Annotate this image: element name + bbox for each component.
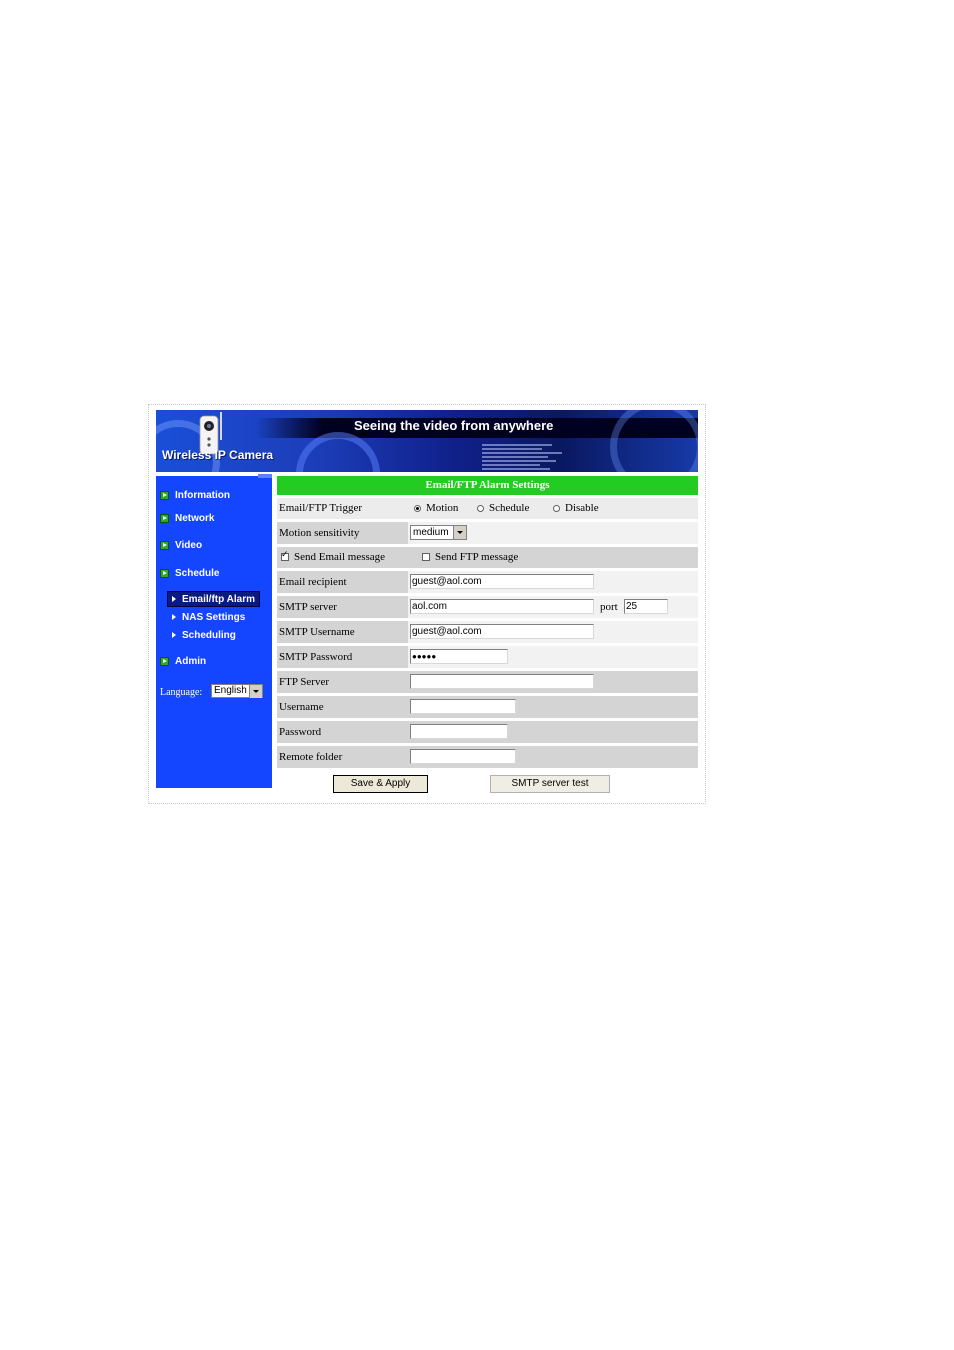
arrow-icon	[172, 614, 176, 620]
smtp-password-row: SMTP Password ●●●●●	[277, 646, 698, 668]
save-apply-button[interactable]: Save & Apply	[333, 775, 428, 793]
form-header: Email/FTP Alarm Settings	[277, 476, 698, 495]
sidebar-item-label: Network	[175, 512, 215, 524]
chevron-down-icon	[249, 685, 262, 698]
arrow-icon	[160, 513, 169, 523]
port-label: port	[600, 601, 618, 613]
motion-sensitivity-value: medium	[413, 527, 449, 538]
checkbox-label: Send FTP message	[435, 551, 519, 563]
smtp-test-button[interactable]: SMTP server test	[490, 775, 610, 793]
chevron-down-icon	[453, 526, 466, 539]
sidebar: Information Network Video Schedule Email…	[156, 476, 272, 788]
motion-sensitivity-row: Motion sensitivity medium	[277, 522, 698, 544]
banner-swirl	[610, 410, 698, 472]
banner: Seeing the video from anywhere Wireless …	[156, 410, 698, 472]
motion-sensitivity-select[interactable]: medium	[410, 525, 467, 540]
email-recipient-label: Email recipient	[279, 576, 347, 588]
smtp-password-label: SMTP Password	[279, 651, 353, 663]
smtp-server-label: SMTP server	[279, 601, 337, 613]
trigger-motion-option[interactable]: Motion	[414, 498, 458, 519]
sidebar-subitem-email-ftp-alarm[interactable]: Email/ftp Alarm	[167, 591, 260, 607]
sidebar-item-label: Video	[175, 539, 203, 551]
motion-sensitivity-label: Motion sensitivity	[279, 527, 360, 539]
sidebar-item-admin[interactable]: Admin	[160, 654, 206, 668]
banner-swirl	[296, 432, 380, 472]
option-label: Motion	[426, 502, 459, 514]
smtp-username-row: SMTP Username guest@aol.com	[277, 621, 698, 643]
checkbox-icon	[281, 550, 289, 562]
sidebar-subitem-label: NAS Settings	[182, 611, 246, 623]
sidebar-item-information[interactable]: Information	[160, 488, 230, 502]
radio-icon	[414, 504, 421, 512]
sidebar-subitem-scheduling[interactable]: Scheduling	[168, 628, 236, 642]
ftp-username-label: Username	[279, 701, 324, 713]
ftp-password-label: Password	[279, 726, 322, 738]
send-options-row: Send Email message Send FTP message	[277, 547, 698, 568]
language-label: Language:	[160, 687, 203, 698]
checkbox-icon	[422, 553, 430, 562]
sidebar-subitem-label: Email/ftp Alarm	[182, 593, 255, 605]
option-label: Schedule	[489, 502, 530, 514]
arrow-icon	[160, 656, 169, 666]
smtp-server-input[interactable]: aol.com	[410, 599, 594, 614]
banner-fine-print	[482, 444, 574, 472]
language-select[interactable]: English	[211, 684, 263, 698]
ftp-server-label: FTP Server	[279, 676, 330, 688]
sidebar-subitem-label: Scheduling	[182, 629, 236, 641]
trigger-label: Email/FTP Trigger	[279, 502, 363, 514]
remote-folder-row: Remote folder	[277, 746, 698, 768]
ftp-server-input[interactable]	[410, 674, 594, 689]
ftp-username-row: Username	[277, 696, 698, 718]
arrow-icon	[160, 568, 169, 578]
sidebar-subitem-nas-settings[interactable]: NAS Settings	[168, 610, 245, 624]
trigger-row: Email/FTP Trigger Motion Schedule Disabl…	[277, 498, 698, 519]
banner-slogan: Seeing the video from anywhere	[354, 418, 554, 433]
trigger-disable-option[interactable]: Disable	[553, 498, 599, 519]
sidebar-scroll-tab	[258, 474, 272, 478]
sidebar-item-label: Admin	[175, 655, 207, 667]
smtp-username-input[interactable]: guest@aol.com	[410, 624, 594, 639]
sidebar-item-schedule[interactable]: Schedule	[160, 566, 219, 580]
arrow-icon	[160, 490, 169, 500]
arrow-icon	[172, 596, 176, 602]
ftp-server-row: FTP Server	[277, 671, 698, 693]
sidebar-item-label: Schedule	[175, 567, 220, 579]
language-value: English	[214, 685, 247, 696]
smtp-server-row: SMTP server aol.com port 25	[277, 596, 698, 618]
checkbox-label: Send Email message	[294, 551, 386, 563]
sidebar-item-video[interactable]: Video	[160, 538, 202, 552]
send-email-checkbox[interactable]: Send Email message	[281, 547, 385, 568]
email-recipient-row: Email recipient guest@aol.com	[277, 571, 698, 593]
email-recipient-input[interactable]: guest@aol.com	[410, 574, 594, 589]
ftp-username-input[interactable]	[410, 699, 516, 714]
ftp-password-row: Password	[277, 721, 698, 743]
sidebar-item-network[interactable]: Network	[160, 511, 214, 525]
trigger-schedule-option[interactable]: Schedule	[477, 498, 529, 519]
arrow-icon	[172, 632, 176, 638]
remote-folder-input[interactable]	[410, 749, 516, 764]
sidebar-item-label: Information	[175, 489, 230, 501]
arrow-icon	[160, 540, 169, 550]
banner-title: Wireless IP Camera	[162, 448, 274, 462]
port-input[interactable]: 25	[624, 599, 668, 614]
smtp-username-label: SMTP Username	[279, 626, 355, 638]
smtp-password-input[interactable]: ●●●●●	[410, 649, 508, 664]
radio-icon	[553, 504, 560, 512]
remote-folder-label: Remote folder	[279, 751, 343, 763]
radio-icon	[477, 504, 484, 512]
ftp-password-input[interactable]	[410, 724, 508, 739]
send-ftp-checkbox[interactable]: Send FTP message	[422, 547, 518, 568]
option-label: Disable	[565, 502, 599, 514]
